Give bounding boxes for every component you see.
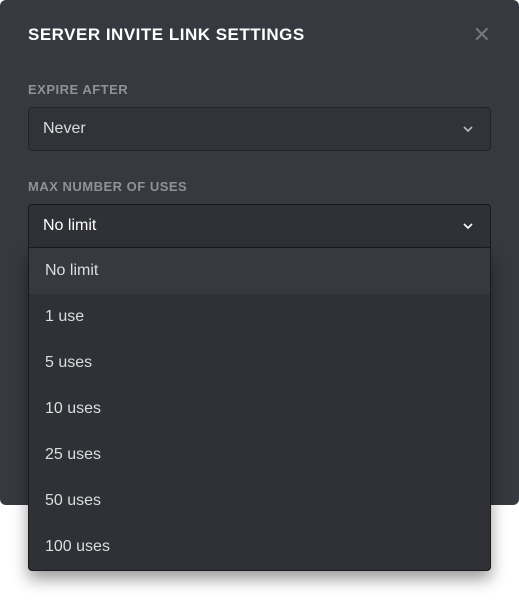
max-uses-select[interactable]: No limit <box>28 204 491 248</box>
expire-after-select[interactable]: Never <box>28 107 491 151</box>
max-uses-dropdown: No limit No limit 1 use 5 uses 10 uses 2… <box>28 204 491 248</box>
max-uses-option[interactable]: 100 uses <box>29 524 490 570</box>
max-uses-value: No limit <box>43 217 96 235</box>
max-uses-option[interactable]: 50 uses <box>29 478 490 524</box>
max-uses-option[interactable]: 5 uses <box>29 340 490 386</box>
close-icon[interactable]: ✕ <box>473 24 491 46</box>
max-uses-label: MAX NUMBER OF USES <box>28 179 491 194</box>
max-uses-menu: No limit 1 use 5 uses 10 uses 25 uses 50… <box>28 248 491 571</box>
expire-after-value: Never <box>43 120 86 138</box>
chevron-down-icon <box>460 218 476 234</box>
max-uses-option[interactable]: 1 use <box>29 294 490 340</box>
invite-settings-modal: SERVER INVITE LINK SETTINGS ✕ EXPIRE AFT… <box>0 0 519 505</box>
expire-after-label: EXPIRE AFTER <box>28 82 491 97</box>
chevron-down-icon <box>460 121 476 137</box>
max-uses-option[interactable]: 25 uses <box>29 432 490 478</box>
max-uses-option[interactable]: 10 uses <box>29 386 490 432</box>
modal-header: SERVER INVITE LINK SETTINGS ✕ <box>28 24 491 46</box>
modal-title: SERVER INVITE LINK SETTINGS <box>28 25 305 45</box>
max-uses-option[interactable]: No limit <box>29 248 490 294</box>
